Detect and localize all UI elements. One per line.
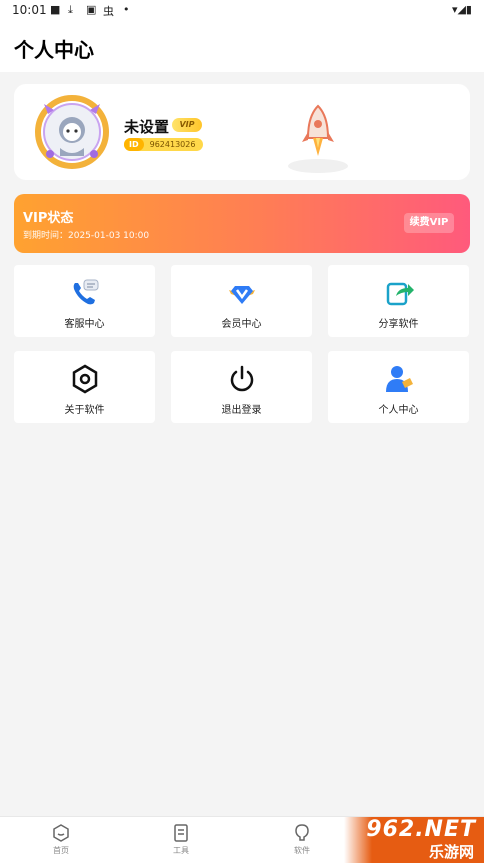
notification-a-icon: ▣ — [86, 3, 97, 16]
vip-expire-time: 到期时间：2025-01-03 10:00 — [23, 231, 150, 241]
avatar-laurel-icon — [35, 95, 109, 169]
nav-software[interactable]: 软件 — [272, 823, 332, 856]
avatar[interactable] — [34, 94, 110, 170]
bulb-icon — [295, 824, 309, 841]
share-icon — [386, 282, 414, 306]
power-icon — [230, 365, 253, 392]
vip-status-card: VIP状态 到期时间：2025-01-03 10:00 续费VIP — [14, 194, 470, 253]
notification-dot-icon: • — [123, 3, 130, 16]
renew-vip-button[interactable]: 续费VIP — [404, 213, 454, 233]
profile-card[interactable]: 未设置 VIP ID 962413026 — [14, 84, 470, 180]
tile-label: 客服中心 — [64, 319, 105, 330]
tile-label: 分享软件 — [378, 319, 419, 330]
signal-battery-icons: ▾◢▮ — [451, 3, 472, 16]
tile-label: 个人中心 — [378, 405, 419, 416]
user-profile-icon — [385, 366, 413, 392]
tile-personal-center[interactable]: 个人中心 — [328, 351, 469, 423]
watermark-logo: 962.NET — [366, 817, 476, 842]
vip-diamond-icon — [228, 286, 255, 304]
notification-app-icon: ■ — [50, 3, 61, 16]
tile-label: 会员中心 — [221, 319, 262, 330]
hexagon-settings-icon — [72, 364, 97, 394]
vip-badge: VIP — [172, 118, 202, 132]
home-icon — [53, 824, 69, 842]
id-label: ID — [124, 138, 144, 151]
nav-label: 软件 — [294, 846, 310, 855]
nav-label: 首页 — [53, 846, 69, 855]
nav-home[interactable]: 首页 — [31, 823, 91, 856]
download-icon: ⤓ — [68, 3, 73, 16]
page-header: 个人中心 — [0, 22, 484, 72]
bottom-navigation: 首页 工具 软件 962.NET 乐游网 — [0, 816, 484, 863]
nav-tools[interactable]: 工具 — [151, 823, 211, 856]
site-watermark: 962.NET 乐游网 — [344, 817, 484, 863]
rocket-illustration-icon — [288, 104, 348, 173]
tile-label: 退出登录 — [221, 405, 262, 416]
page-title: 个人中心 — [14, 38, 94, 62]
tile-about-software[interactable]: 关于软件 — [14, 351, 155, 423]
user-id-pill: ID 962413026 — [124, 138, 204, 151]
tile-share-software[interactable]: 分享软件 — [328, 265, 469, 337]
status-time: 10:01 — [12, 3, 47, 17]
status-bar: 10:01 ■ ⤓ ▣ 虫 • ▾◢▮ — [0, 0, 484, 22]
watermark-subtitle: 乐游网 — [428, 843, 474, 861]
vip-status-title: VIP状态 — [23, 211, 74, 226]
tile-customer-service[interactable]: 客服中心 — [14, 265, 155, 337]
id-value: 962413026 — [149, 140, 196, 149]
notification-bug-icon: 虫 — [103, 5, 114, 18]
tile-label: 关于软件 — [64, 405, 105, 416]
username: 未设置 — [124, 118, 170, 136]
nav-label: 工具 — [173, 846, 189, 855]
customer-service-phone-icon — [73, 279, 98, 305]
tile-logout[interactable]: 退出登录 — [171, 351, 312, 423]
tools-icon — [174, 824, 188, 842]
tile-member-center[interactable]: 会员中心 — [171, 265, 312, 337]
